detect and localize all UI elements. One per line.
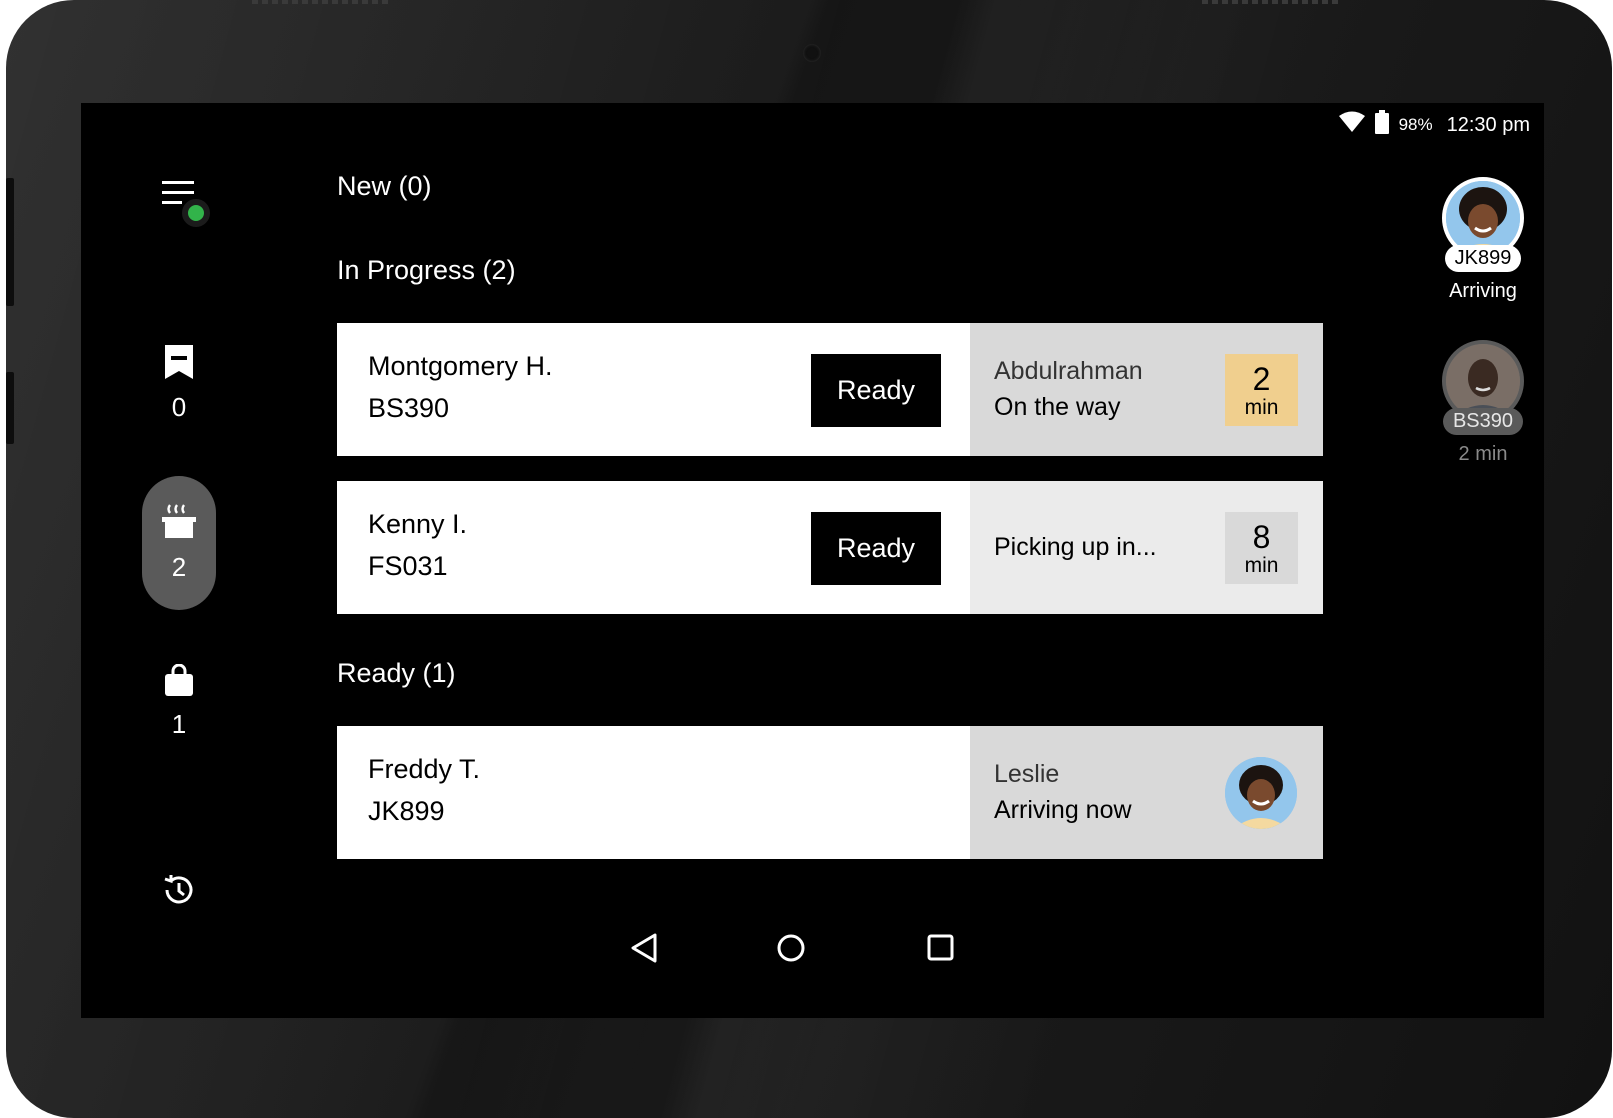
section-title-ready[interactable]: Ready (1) (337, 658, 456, 689)
receipt-icon (165, 345, 193, 384)
nav-item-orders[interactable]: 0 (159, 345, 199, 423)
front-camera (803, 44, 821, 62)
driver-panel: Picking up in... 8 min (970, 481, 1323, 614)
driver-name: Leslie (994, 760, 1060, 788)
driver-panel: Leslie Arriving now (970, 726, 1323, 859)
arrival-status: 2 min (1458, 443, 1508, 465)
online-status-dot (182, 199, 210, 227)
battery-percent: 98% (1398, 115, 1433, 134)
tablet-frame: 98% 12:30 pm 0 2 1 New (0) In Progress (… (6, 0, 1612, 1118)
customer-name: Montgomery H. (368, 351, 553, 381)
screen: 98% 12:30 pm 0 2 1 New (0) In Progress (… (81, 103, 1544, 1018)
nav-item-history[interactable] (159, 873, 199, 912)
recents-icon[interactable] (926, 932, 956, 972)
speaker-grille-right (1202, 0, 1342, 4)
driver-avatar (1225, 757, 1297, 829)
orders-count: 0 (171, 392, 187, 422)
eta-value: 2 (1252, 360, 1271, 397)
driver-status: Arriving now (994, 796, 1132, 824)
back-icon[interactable] (629, 932, 659, 972)
bag-icon (165, 663, 193, 701)
order-code: FS031 (368, 551, 448, 581)
order-code: JK899 (368, 796, 445, 826)
power-button (6, 372, 14, 444)
cooking-pot-icon (162, 503, 196, 544)
ready-count: 1 (171, 709, 187, 739)
order-code: BS390 (368, 393, 450, 423)
clock: 12:30 pm (1446, 113, 1530, 136)
nav-item-in-progress-content[interactable]: 2 (159, 503, 199, 583)
driver-panel: Abdulrahman On the way 2 min (970, 323, 1323, 456)
history-icon (162, 873, 196, 912)
home-icon[interactable] (775, 932, 807, 972)
ready-button[interactable]: Ready (811, 354, 941, 427)
arrival-status: Arriving (1449, 280, 1517, 302)
eta-value: 8 (1252, 518, 1271, 555)
eta-badge: 8 min (1225, 512, 1298, 584)
order-card[interactable]: Kenny I. FS031 Ready Picking up in... 8 … (337, 481, 1323, 614)
order-info: Montgomery H. BS390 Ready (337, 323, 970, 456)
eta-badge: 2 min (1225, 354, 1298, 426)
eta-unit: min (1244, 395, 1279, 419)
order-card[interactable]: Freddy T. JK899 Leslie Arriving now (337, 726, 1323, 859)
volume-button (6, 178, 14, 306)
speaker-grille-left (252, 0, 392, 4)
arrival-code-badge: JK899 (1444, 245, 1522, 272)
status-bar: 98% 12:30 pm (1338, 110, 1530, 140)
wifi-icon (1338, 111, 1365, 139)
customer-name: Kenny I. (368, 509, 468, 539)
order-info: Freddy T. JK899 (337, 726, 970, 859)
driver-name: Abdulrahman (994, 357, 1143, 385)
driver-status: Picking up in... (994, 533, 1157, 561)
arrival-item[interactable]: JK899 Arriving (1425, 177, 1541, 303)
section-title-in-progress[interactable]: In Progress (2) (337, 255, 516, 286)
section-title-new[interactable]: New (0) (337, 171, 432, 202)
order-info: Kenny I. FS031 Ready (337, 481, 970, 614)
arrival-code-badge: BS390 (1442, 408, 1524, 435)
ready-button[interactable]: Ready (811, 512, 941, 585)
nav-item-ready[interactable]: 1 (159, 663, 199, 740)
driver-status: On the way (994, 393, 1121, 421)
in-progress-count: 2 (171, 552, 187, 582)
order-card[interactable]: Montgomery H. BS390 Ready Abdulrahman On… (337, 323, 1323, 456)
customer-name: Freddy T. (368, 754, 481, 784)
eta-unit: min (1244, 553, 1279, 577)
arrival-item[interactable]: BS390 2 min (1425, 340, 1541, 466)
battery-icon (1374, 110, 1389, 140)
